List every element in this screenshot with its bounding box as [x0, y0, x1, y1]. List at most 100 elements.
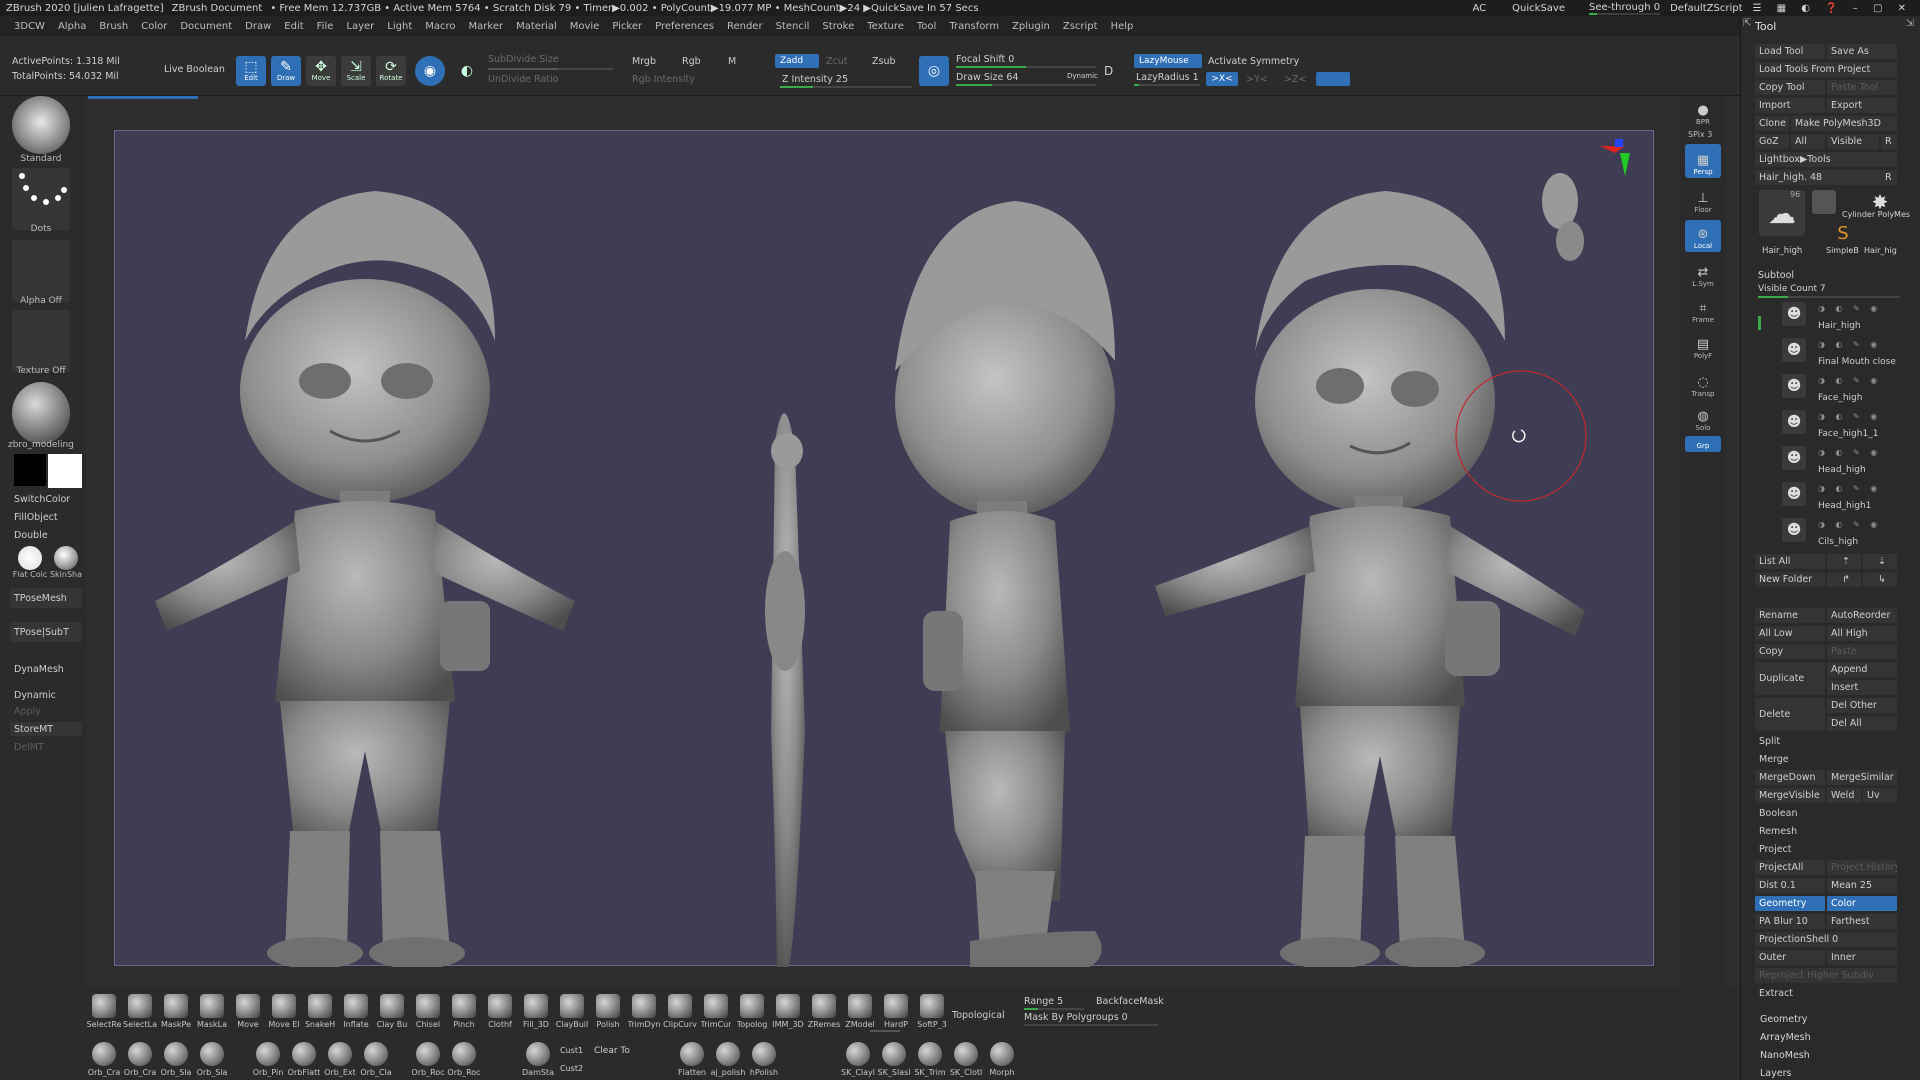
- floor-button[interactable]: ⊥ Floor: [1685, 184, 1721, 216]
- brush-button[interactable]: TrimCur: [700, 994, 732, 1036]
- brush-button[interactable]: SK_Clotl: [950, 1042, 982, 1080]
- menu-stencil[interactable]: Stencil: [776, 21, 810, 32]
- make-polymesh-button[interactable]: Make PolyMesh3D: [1791, 116, 1897, 131]
- symmetry-x[interactable]: >X<: [1206, 72, 1238, 86]
- pa-blur-slider[interactable]: PA Blur 10: [1755, 914, 1825, 929]
- import-button[interactable]: Import: [1755, 98, 1825, 113]
- subtool-visibility-icons[interactable]: ◑ ◐ ✎ ◉: [1818, 484, 1881, 493]
- brush-button[interactable]: Move: [232, 994, 264, 1036]
- dynamesh-button[interactable]: DynaMesh: [10, 662, 82, 676]
- subtool-visibility-icons[interactable]: ◑ ◐ ✎ ◉: [1818, 448, 1881, 457]
- lazy-radius-slider[interactable]: [1134, 84, 1200, 86]
- menu-preferences[interactable]: Preferences: [655, 21, 714, 32]
- brush-button[interactable]: SelectLa: [123, 994, 157, 1036]
- menu-3dcw[interactable]: 3DCW: [14, 21, 45, 32]
- cust2-button[interactable]: Cust2: [560, 1064, 583, 1073]
- menu-material[interactable]: Material: [516, 21, 557, 32]
- menu-transform[interactable]: Transform: [949, 21, 999, 32]
- solo-button[interactable]: ◍ Solo: [1685, 402, 1721, 434]
- export-button[interactable]: Export: [1827, 98, 1897, 113]
- brush-button[interactable]: Polish: [592, 994, 624, 1036]
- brush-button[interactable]: Orb_Sla: [160, 1042, 192, 1080]
- rotate-mode-button[interactable]: ⟳ Rotate: [376, 56, 406, 86]
- apply-button[interactable]: Apply: [10, 704, 82, 718]
- stroke-thumbnail[interactable]: [12, 168, 70, 230]
- double-button[interactable]: Double: [10, 528, 82, 542]
- del-all-button[interactable]: Del All: [1827, 716, 1897, 731]
- visible-count[interactable]: Visible Count 7: [1758, 284, 1826, 294]
- goz-button[interactable]: GoZ: [1755, 134, 1789, 149]
- subtool-row[interactable]: ☻ ◑ ◐ ✎ ◉ Final Mouth close: [1778, 336, 1896, 372]
- auto-reorder-button[interactable]: AutoReorder: [1827, 608, 1897, 623]
- brush-button[interactable]: Orb_Roc: [411, 1042, 445, 1080]
- brush-button[interactable]: DamSta: [522, 1042, 554, 1080]
- geometry-section[interactable]: Geometry: [1760, 1014, 1807, 1025]
- menu-light[interactable]: Light: [387, 21, 412, 32]
- subtool-row[interactable]: ☻ ◑ ◐ ✎ ◉ Cils_high: [1778, 516, 1890, 552]
- lazymouse-button[interactable]: LazyMouse: [1134, 54, 1202, 68]
- project-geometry-toggle[interactable]: Geometry: [1755, 896, 1825, 911]
- brush-button[interactable]: Move El: [268, 994, 300, 1036]
- focal-shift[interactable]: Focal Shift 0: [956, 54, 1014, 65]
- remesh-section[interactable]: Remesh: [1755, 824, 1897, 839]
- brush-button[interactable]: SK_Clayl: [841, 1042, 875, 1080]
- boolean-section[interactable]: Boolean: [1755, 806, 1897, 821]
- spix-setting[interactable]: SPix 3: [1688, 130, 1712, 139]
- clear-to-button[interactable]: Clear To: [594, 1046, 630, 1056]
- load-tool-button[interactable]: Load Tool: [1755, 44, 1825, 59]
- menu-marker[interactable]: Marker: [469, 21, 504, 32]
- copy-tool-button[interactable]: Copy Tool: [1755, 80, 1825, 95]
- radial-symmetry-button[interactable]: [1316, 72, 1350, 86]
- del-mt-button[interactable]: DelMT: [10, 740, 82, 754]
- brush-button[interactable]: Pinch: [448, 994, 480, 1036]
- menu-render[interactable]: Render: [727, 21, 763, 32]
- split-section[interactable]: Split: [1755, 734, 1897, 749]
- cust1-button[interactable]: Cust1: [560, 1046, 583, 1055]
- current-tool-slider[interactable]: Hair_high. 48: [1755, 170, 1881, 185]
- brush-button[interactable]: TrimDyn: [628, 994, 661, 1036]
- copy-subtool-button[interactable]: Copy: [1755, 644, 1825, 659]
- brush-button[interactable]: MaskPe: [160, 994, 192, 1036]
- brush-shift-button[interactable]: ◎: [919, 56, 949, 86]
- undivide-ratio[interactable]: UnDivide Ratio: [488, 74, 558, 85]
- subtool-visibility-icons[interactable]: ◑ ◐ ✎ ◉: [1818, 376, 1881, 385]
- texture-thumbnail[interactable]: [12, 310, 70, 372]
- subtool-row[interactable]: ☻ ◑ ◐ ✎ ◉ Face_high: [1778, 372, 1890, 408]
- menu-tool[interactable]: Tool: [917, 21, 936, 32]
- menu-help[interactable]: Help: [1111, 21, 1134, 32]
- brush-button[interactable]: Morph: [986, 1042, 1018, 1080]
- palette-dock-icon[interactable]: ⇲: [1906, 18, 1914, 29]
- seethrough-slider[interactable]: See-through 0: [1589, 2, 1661, 15]
- lightbox-tools-button[interactable]: Lightbox▶Tools: [1755, 152, 1897, 167]
- merge-section[interactable]: Merge: [1755, 752, 1897, 767]
- inner-button[interactable]: Inner: [1827, 950, 1897, 965]
- mean-slider[interactable]: Mean 25: [1827, 878, 1897, 893]
- menu-document[interactable]: Document: [180, 21, 232, 32]
- merge-down-button[interactable]: MergeDown: [1755, 770, 1825, 785]
- move-in-button[interactable]: ↱: [1827, 572, 1861, 587]
- farthest-button[interactable]: Farthest: [1827, 914, 1897, 929]
- range-slider-track[interactable]: [1024, 1008, 1084, 1010]
- dynamic-toggle[interactable]: Dynamic: [1067, 72, 1098, 80]
- rgb-button[interactable]: Rgb: [682, 56, 701, 67]
- menu-color[interactable]: Color: [141, 21, 167, 32]
- nanomesh-section[interactable]: NanoMesh: [1760, 1050, 1810, 1061]
- simplebrush-tool-thumb[interactable]: S: [1832, 222, 1854, 244]
- list-all-button[interactable]: List All: [1755, 554, 1825, 569]
- main-color-swatch[interactable]: [48, 454, 82, 488]
- focal-shift-slider[interactable]: [956, 66, 1096, 68]
- sculptris-button[interactable]: ◉: [415, 56, 445, 86]
- brush-button[interactable]: Orb_Pin: [252, 1042, 284, 1080]
- topological-toggle[interactable]: Topological: [952, 1010, 1005, 1021]
- brush-button[interactable]: Orb_Cla: [360, 1042, 392, 1080]
- project-section[interactable]: Project: [1755, 842, 1897, 857]
- symmetry-z[interactable]: >Z<: [1284, 74, 1306, 85]
- move-up-button[interactable]: ⇡: [1827, 554, 1861, 569]
- skin-shade-material[interactable]: [54, 546, 78, 570]
- rename-button[interactable]: Rename: [1755, 608, 1825, 623]
- brush-button[interactable]: Fill_3D: [520, 994, 552, 1036]
- brush-button[interactable]: ClipCurv: [663, 994, 697, 1036]
- menu-layer[interactable]: Layer: [346, 21, 374, 32]
- menu-brush[interactable]: Brush: [99, 21, 128, 32]
- zsub-button[interactable]: Zsub: [872, 56, 896, 67]
